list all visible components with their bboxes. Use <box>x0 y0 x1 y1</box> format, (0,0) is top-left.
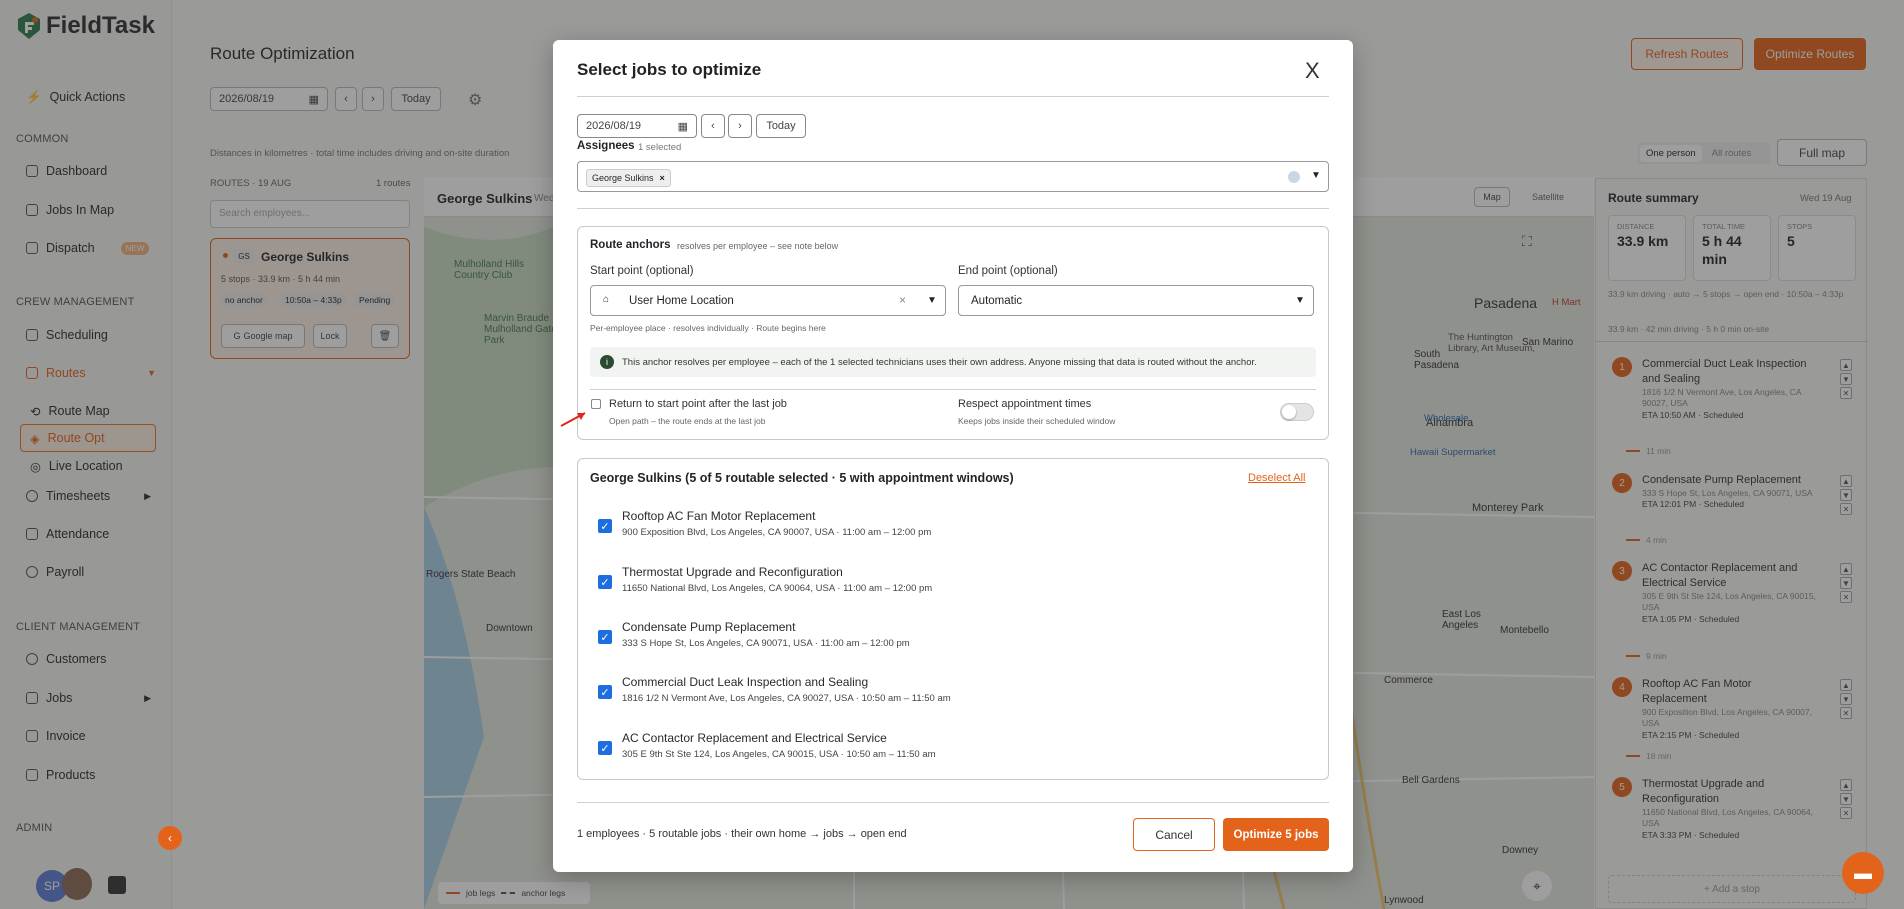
job-item[interactable]: ✓ Commercial Duct Leak Inspection and Se… <box>598 675 951 704</box>
return-help: Open path – the route ends at the last j… <box>609 416 766 426</box>
footer-summary: 1 employees · 5 routable jobs · their ow… <box>577 828 907 840</box>
info-icon: i <box>600 355 614 369</box>
clear-icon[interactable] <box>1288 171 1300 183</box>
job-item[interactable]: ✓ Rooftop AC Fan Motor Replacement 900 Ex… <box>598 509 931 538</box>
optimize-jobs-button[interactable]: Optimize 5 jobs <box>1223 818 1329 851</box>
job-checkbox[interactable]: ✓ <box>598 685 612 699</box>
deselect-all-link[interactable]: Deselect All <box>1248 472 1305 484</box>
calendar-icon: ▦ <box>677 120 688 133</box>
respect-label: Respect appointment times <box>958 398 1092 410</box>
cancel-button[interactable]: Cancel <box>1133 818 1215 851</box>
close-button[interactable]: X <box>1305 58 1320 84</box>
assignees-select[interactable]: George Sulkins × ▼ <box>577 161 1329 192</box>
clear-start-icon[interactable]: × <box>899 293 906 307</box>
modal-title: Select jobs to optimize <box>577 60 762 79</box>
job-checkbox[interactable]: ✓ <box>598 519 612 533</box>
modal-date-input[interactable]: 2026/08/19 ▦ <box>577 114 697 138</box>
remove-chip-icon[interactable]: × <box>660 173 665 183</box>
job-item[interactable]: ✓ Thermostat Upgrade and Reconfiguration… <box>598 565 932 594</box>
divider <box>577 96 1329 97</box>
modal-prev-date-button[interactable]: ‹ <box>701 114 725 138</box>
toggle-knob <box>1282 405 1296 419</box>
job-item[interactable]: ✓ AC Contactor Replacement and Electrica… <box>598 731 936 760</box>
chevron-down-icon[interactable]: ▼ <box>1311 170 1321 181</box>
home-icon: ⌂ <box>603 294 610 305</box>
chat-button[interactable]: ▬ <box>1842 852 1884 894</box>
anchor-info-banner: i This anchor resolves per employee – ea… <box>590 347 1316 377</box>
start-help: Per-employee place · resolves individual… <box>590 323 826 333</box>
assignees-label: Assignees <box>577 140 635 152</box>
route-anchors-box: Route anchors resolves per employee – se… <box>577 226 1329 440</box>
job-item[interactable]: ✓ Condensate Pump Replacement 333 S Hope … <box>598 620 910 649</box>
modal-next-date-button[interactable]: › <box>728 114 752 138</box>
group-title: George Sulkins (5 of 5 routable selected… <box>590 471 1014 485</box>
assignee-chip[interactable]: George Sulkins × <box>586 169 671 187</box>
start-point-select[interactable]: ⌂ User Home Location × ▼ <box>590 285 946 316</box>
chevron-left-icon: ‹ <box>711 120 715 132</box>
chat-icon: ▬ <box>1854 862 1872 883</box>
chevron-left-icon: ‹ <box>168 831 172 845</box>
end-point-label: End point (optional) <box>958 265 1058 277</box>
end-point-select[interactable]: Automatic ▼ <box>958 285 1314 316</box>
chevron-down-icon[interactable]: ▼ <box>927 295 937 306</box>
assignees-count: 1 selected <box>638 142 682 153</box>
job-checkbox[interactable]: ✓ <box>598 575 612 589</box>
divider <box>590 389 1316 390</box>
anchors-sub: resolves per employee – see note below <box>677 241 839 251</box>
job-checkbox[interactable]: ✓ <box>598 630 612 644</box>
start-point-label: Start point (optional) <box>590 265 694 277</box>
divider <box>577 208 1329 209</box>
chevron-right-icon: › <box>738 120 742 132</box>
select-jobs-modal: Select jobs to optimize X 2026/08/19 ▦ ‹ … <box>553 40 1353 872</box>
return-label: Return to start point after the last job <box>609 398 787 410</box>
annotation-arrow-icon <box>560 412 586 427</box>
anchors-title: Route anchors <box>590 239 671 251</box>
respect-help: Keeps jobs inside their scheduled window <box>958 416 1116 426</box>
respect-times-toggle[interactable] <box>1280 403 1314 421</box>
chevron-down-icon[interactable]: ▼ <box>1295 295 1305 306</box>
modal-today-button[interactable]: Today <box>756 114 806 138</box>
jobs-box: George Sulkins (5 of 5 routable selected… <box>577 458 1329 780</box>
collapse-sidebar-button[interactable]: ‹ <box>158 826 182 850</box>
job-checkbox[interactable]: ✓ <box>598 741 612 755</box>
divider <box>577 802 1329 803</box>
